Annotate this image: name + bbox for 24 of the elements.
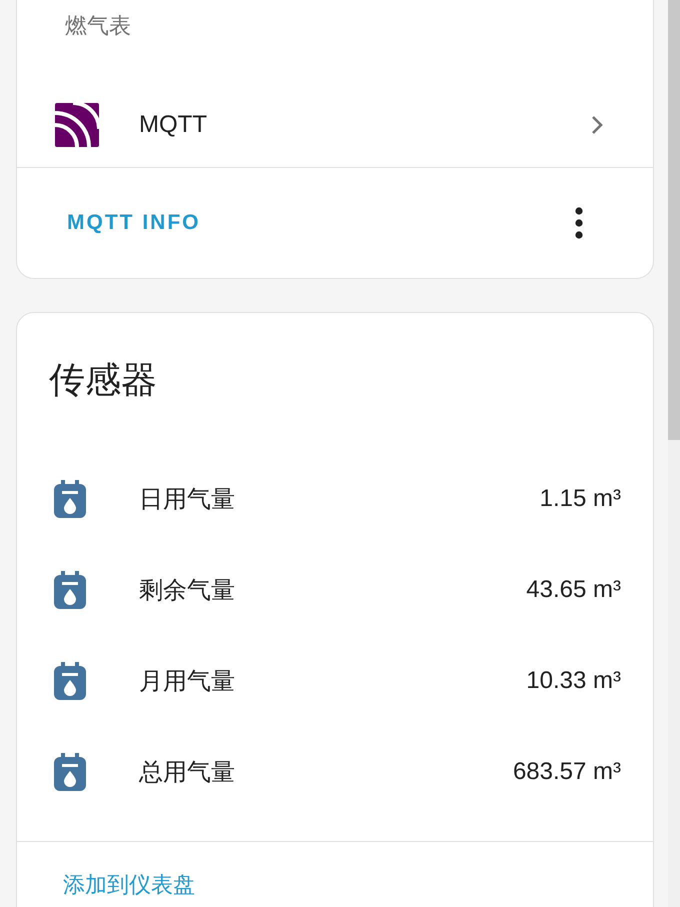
integration-row[interactable]: MQTT [17,82,653,168]
device-name: 燃气表 [64,13,132,41]
sensor-value: 1.15 m³ [540,484,621,512]
gas-meter-icon [54,662,86,700]
gas-meter-icon [54,480,86,518]
card-title: 传感器 [48,359,158,401]
sensor-row[interactable]: 剩余气量 43.65 m³ [17,544,653,635]
gas-meter-icon [54,752,86,790]
sensor-value: 43.65 m³ [526,576,621,604]
integration-name: MQTT [139,110,208,138]
sensor-name: 月用气量 [139,666,236,696]
sensor-name: 总用气量 [139,756,236,788]
sensor-value: 10.33 m³ [526,666,621,694]
sensor-row[interactable]: 日用气量 1.15 m³ [17,453,653,544]
chevron-icon [591,114,603,134]
scrollbar[interactable] [668,0,680,907]
gas-meter-icon [54,570,86,608]
broadcast-icon [55,102,99,146]
sensor-value: 683.57 m³ [512,758,621,786]
sensor-row[interactable]: 月用气量 10.33 m³ [17,635,653,726]
sensor-name: 日用气量 [139,484,236,514]
more-menu-icon[interactable] [575,207,583,239]
sensor-name: 剩余气量 [139,574,236,606]
sensor-row[interactable]: 总用气量 683.57 m³ [17,726,653,817]
